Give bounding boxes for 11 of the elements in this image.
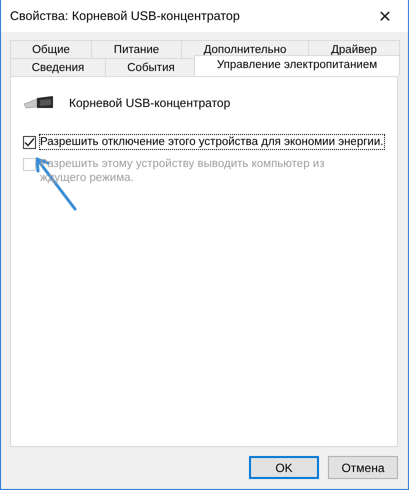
close-button[interactable]: ✕: [362, 0, 408, 32]
checkbox-label: Разрешить отключение этого устройства для экономии энергии.: [40, 135, 384, 149]
tab[interactable]: Сведения: [10, 58, 106, 76]
dialog-button[interactable]: Отмена: [328, 456, 398, 479]
tab[interactable]: Общие: [10, 40, 92, 58]
usb-plug-icon: [23, 95, 55, 111]
tab[interactable]: Управление электропитанием: [194, 55, 400, 76]
dialog-button[interactable]: OK: [249, 456, 319, 479]
window-title: Свойства: Корневой USB-концентратор: [10, 9, 240, 23]
checkbox[interactable]: [23, 136, 36, 149]
device-name: Корневой USB-концентратор: [69, 96, 230, 110]
